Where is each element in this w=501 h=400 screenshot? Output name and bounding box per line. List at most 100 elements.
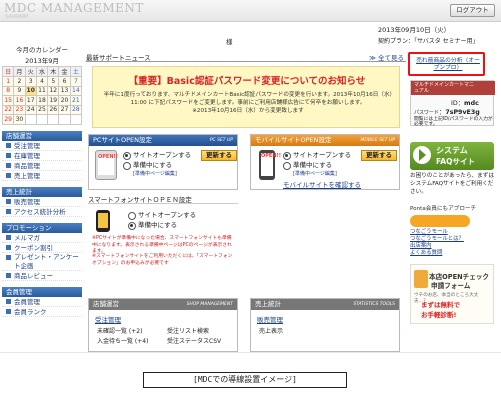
nav-item-member[interactable]: 会員管理 xyxy=(2,297,82,307)
calendar-day[interactable]: 9 xyxy=(13,85,26,96)
calendar-day[interactable]: 17 xyxy=(24,95,37,106)
shop-ops-header-text: 店舗運営 xyxy=(93,300,119,308)
calendar-day[interactable]: 11 xyxy=(35,85,49,96)
pc-site-header: PCサイトOPEN設定 PC SET UP xyxy=(89,135,237,146)
shop-ops-item[interactable]: 未確認一覧 (+2) xyxy=(97,326,142,335)
calendar-day[interactable]: 24 xyxy=(24,104,37,115)
calendar-day[interactable]: 19 xyxy=(47,95,60,106)
manual-id: ID：mdc xyxy=(451,100,479,107)
nav-item-review[interactable]: 商品レビュー xyxy=(2,271,82,281)
sales-stats-box: 売上統計 STATISTICS TOOLS 販売管理 売上表示 xyxy=(250,298,400,352)
nav-list-members: 会員管理 会員ランク xyxy=(2,297,82,317)
calendar-day-today[interactable]: 10 xyxy=(24,85,37,96)
news-more-link[interactable]: ≫ 全て見る xyxy=(369,52,404,62)
nav-item-access-stats[interactable]: アクセス統計分析 xyxy=(2,207,82,217)
shop-ops-link[interactable]: 受注管理 xyxy=(95,314,121,324)
pc-open-banner: OPEN!! xyxy=(98,154,118,175)
notice-box: 【重要】Basic認証パスワード変更についてのお知らせ 半年に1度行っております… xyxy=(92,66,400,128)
smartphone-screen xyxy=(98,213,108,228)
sp-radio-group: サイトオープンする 準備中にする xyxy=(128,210,196,230)
nav-item-stock[interactable]: 在庫管理 xyxy=(2,151,82,161)
calendar-day[interactable]: 16 xyxy=(13,95,26,106)
sp-prep-radio[interactable]: 準備中にする xyxy=(128,220,196,230)
calendar-day[interactable]: 2 xyxy=(13,76,26,87)
sp-open-radio[interactable]: サイトオープンする xyxy=(128,210,196,220)
nav-item-rank[interactable]: 会員ランク xyxy=(2,307,82,317)
ponta-link[interactable]: よくある質問 xyxy=(410,250,496,257)
shop-ops-item[interactable]: 受注リスト検索 xyxy=(167,326,209,335)
calendar-day[interactable]: 8 xyxy=(1,85,15,96)
shop-ops-item[interactable]: 入金待ち一覧 (+4) xyxy=(97,336,148,345)
notice-title[interactable]: 【重要】Basic認証パスワード変更についてのお知らせ xyxy=(93,73,401,87)
logout-button[interactable]: ログアウト xyxy=(450,4,495,17)
nav-list-shop: 受注管理 在庫管理 商品管理 売上管理 xyxy=(2,141,82,181)
faq-banner[interactable]: システム FAQサイト xyxy=(410,142,494,170)
analysis-link[interactable]: 売れ筋商品の分析（オープンプロ） xyxy=(414,58,482,72)
calendar-day[interactable]: 30 xyxy=(13,114,26,125)
calendar-day[interactable]: 26 xyxy=(47,104,60,115)
pc-site-header-text: PCサイトOPEN設定 xyxy=(93,136,152,144)
calendar-day[interactable]: 5 xyxy=(47,76,60,87)
pc-prep-radio[interactable]: 準備中にする xyxy=(123,160,191,170)
sales-stats-header-en: STATISTICS TOOLS xyxy=(353,302,395,307)
pc-open-illustration: OPEN!! xyxy=(95,150,118,180)
mobile-open-radio[interactable]: サイトオープンする xyxy=(283,150,351,160)
pc-edit-link[interactable]: [準備中ページ編集] xyxy=(123,170,191,177)
nav-item-mailmag[interactable]: メルマガ xyxy=(2,233,82,243)
pc-open-radio[interactable]: サイトオープンする xyxy=(123,150,191,160)
calendar-day[interactable]: 23 xyxy=(13,104,26,115)
news-title-text: 最新サポートニュース xyxy=(86,54,151,62)
calendar-day[interactable]: 1 xyxy=(1,76,15,87)
sales-stats-link[interactable]: 販売管理 xyxy=(257,314,283,324)
mobile-open-banner: OPEN!! xyxy=(261,153,281,176)
nav-item-orders[interactable]: 受注管理 xyxy=(2,141,82,151)
nav-item-coupon[interactable]: クーポン割引 xyxy=(2,243,82,253)
mobile-edit-link[interactable]: [準備中ページ編集] xyxy=(283,170,351,177)
ponta-link[interactable]: 出店案内 xyxy=(410,243,496,250)
calendar-day[interactable]: 14 xyxy=(69,85,83,96)
nav-item-present[interactable]: プレゼント・アンケート企画 xyxy=(2,253,82,271)
ponta-link[interactable]: つなごうモール xyxy=(410,229,496,236)
calendar-day-empty xyxy=(35,114,49,125)
calendar-title: 今月のカレンダー xyxy=(16,46,68,54)
shop-ops-header: 店舗運営 SHOP MANAGEMENT xyxy=(89,299,237,310)
nav-item-products[interactable]: 商品管理 xyxy=(2,161,82,171)
calendar-day[interactable]: 22 xyxy=(1,104,15,115)
pc-site-header-en: PC SET UP xyxy=(209,138,233,143)
mobile-update-button[interactable]: 更新する xyxy=(361,150,397,161)
account-bar: 様 契約プラン：「サバスタ セミナー用」 xyxy=(86,36,498,46)
pc-update-button[interactable]: 更新する xyxy=(201,150,237,161)
weekday: 日 xyxy=(1,66,15,77)
faq-title-1: システム xyxy=(436,146,468,155)
pc-site-box: PCサイトOPEN設定 PC SET UP OPEN!! サイトオープンする 準… xyxy=(88,134,238,190)
mobile-prep-radio[interactable]: 準備中にする xyxy=(283,160,351,170)
ponta-link[interactable]: つなごうモールとは？ xyxy=(410,236,496,243)
calendar-day[interactable]: 28 xyxy=(69,104,83,115)
ponta-logo xyxy=(410,215,470,227)
calendar-day[interactable]: 12 xyxy=(47,85,60,96)
nav-item-sales-mgmt[interactable]: 販売管理 xyxy=(2,197,82,207)
calendar-day[interactable]: 20 xyxy=(58,95,71,106)
calendar-day[interactable]: 29 xyxy=(1,114,15,125)
contract-plan: 契約プラン：「サバスタ セミナー用」 xyxy=(378,38,479,45)
calendar-day[interactable]: 6 xyxy=(58,76,71,87)
shop-check-banner[interactable]: 本店OPENチェック 申請フォーム ウチのお店、本当のところ大丈夫…？ まずは無… xyxy=(410,264,494,324)
sales-stats-item[interactable]: 売上表示 xyxy=(259,326,283,335)
shop-ops-item[interactable]: 受注ステータスCSV xyxy=(167,336,221,345)
manual-head[interactable]: マルチドメインカートマニュアル xyxy=(411,81,495,95)
calendar-day[interactable]: 13 xyxy=(58,85,71,96)
sp-note-1: ※PCサイトが準備中になった場合、スマートフォンサイトも準備中になります。表示さ… xyxy=(92,236,232,254)
calendar-day[interactable]: 27 xyxy=(58,104,71,115)
calendar-day[interactable]: 15 xyxy=(1,95,15,106)
nav-section-members: 会員管理 xyxy=(2,286,82,297)
calendar-day[interactable]: 21 xyxy=(69,95,83,106)
calendar-day[interactable]: 4 xyxy=(35,76,49,87)
calendar-day[interactable]: 3 xyxy=(24,76,37,87)
calendar-day[interactable]: 7 xyxy=(69,76,83,87)
smartphone-title: スマートフォンサイトＯＰＥＮ設定 xyxy=(88,194,238,204)
mobile-preview-link[interactable]: モバイルサイトを確認する xyxy=(283,179,361,189)
nav-item-sales[interactable]: 売上管理 xyxy=(2,171,82,181)
calendar-day[interactable]: 18 xyxy=(35,95,49,106)
notice-tail-text: ※2013年10月16日（水）から変更致します xyxy=(192,108,304,114)
calendar-day[interactable]: 25 xyxy=(35,104,49,115)
